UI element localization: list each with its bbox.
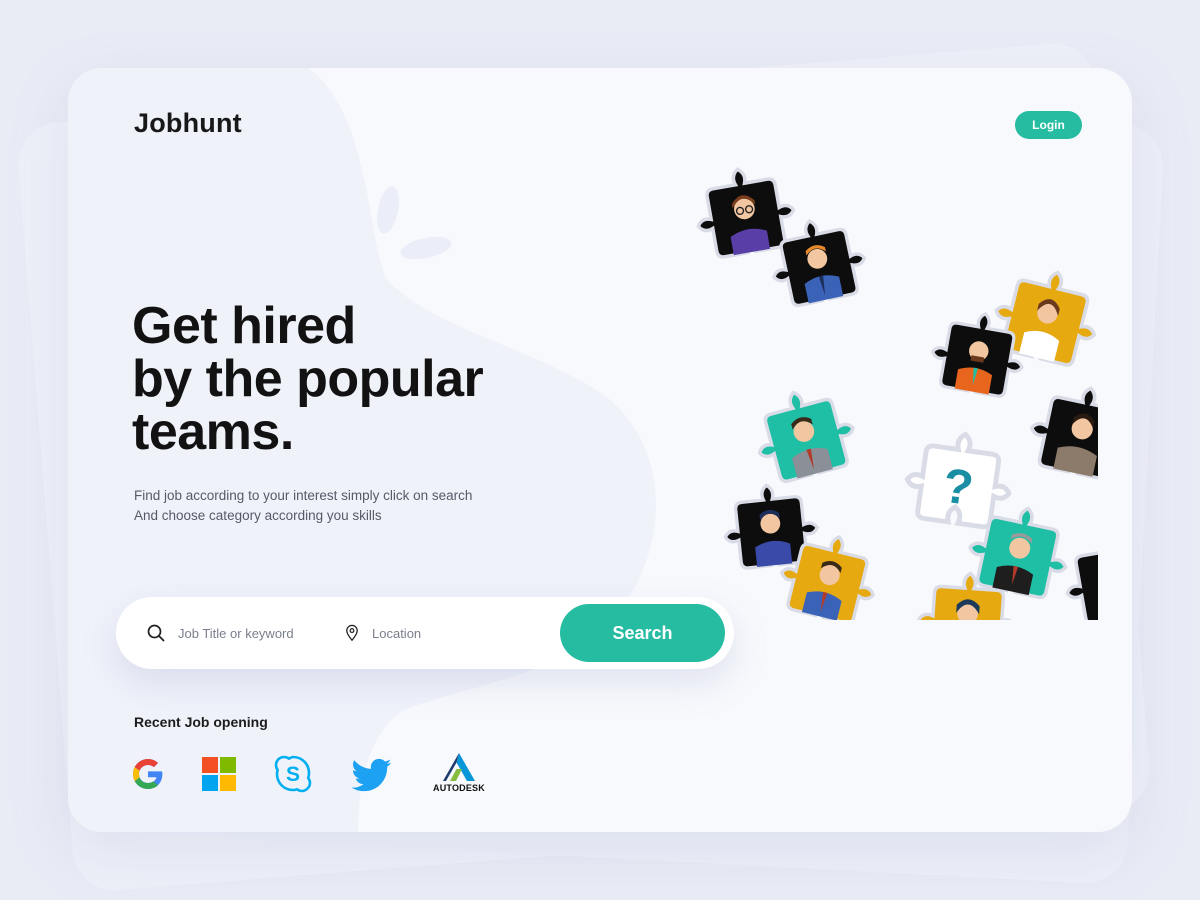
company-google[interactable] xyxy=(130,756,166,797)
skype-logo-icon: S xyxy=(274,755,312,793)
search-icon xyxy=(147,624,165,642)
job-field xyxy=(146,597,336,669)
login-button[interactable]: Login xyxy=(1015,111,1082,139)
hero-headline: Get hired by the popular teams. xyxy=(132,297,484,461)
recent-openings-title: Recent Job opening xyxy=(134,714,268,730)
microsoft-logo-icon xyxy=(202,757,236,791)
job-search-bar: Search xyxy=(116,597,734,669)
puzzle-piece: ? xyxy=(902,427,1016,529)
landing-card: Jobhunt Login Get hired by the popular t… xyxy=(68,68,1132,832)
brand-logo[interactable]: Jobhunt xyxy=(134,108,242,139)
puzzle-piece xyxy=(1057,526,1098,620)
headline-line: Get hired xyxy=(132,297,356,355)
company-twitter[interactable] xyxy=(349,755,395,800)
company-skype[interactable]: S xyxy=(272,753,314,800)
puzzle-illustration: ? xyxy=(688,159,1098,620)
company-autodesk[interactable]: AUTODESK xyxy=(430,752,488,793)
job-title-input[interactable] xyxy=(176,624,330,642)
location-field xyxy=(344,597,524,669)
subtitle-line: And choose category according you skills xyxy=(134,508,382,523)
twitter-logo-icon xyxy=(351,758,392,792)
headline-line: teams. xyxy=(132,403,294,461)
headline-line: by the popular xyxy=(132,350,484,408)
puzzle-piece xyxy=(1022,376,1098,485)
autodesk-logo-icon xyxy=(443,753,475,781)
company-microsoft[interactable] xyxy=(202,757,236,796)
svg-text:S: S xyxy=(286,763,300,786)
location-input[interactable] xyxy=(370,624,524,642)
location-pin-icon xyxy=(346,624,358,642)
google-logo-icon xyxy=(133,759,163,789)
hero-subtitle: Find job according to your interest simp… xyxy=(134,486,472,526)
autodesk-wordmark: AUTODESK xyxy=(433,783,485,793)
subtitle-line: Find job according to your interest simp… xyxy=(134,488,473,503)
puzzle-piece xyxy=(745,378,864,488)
